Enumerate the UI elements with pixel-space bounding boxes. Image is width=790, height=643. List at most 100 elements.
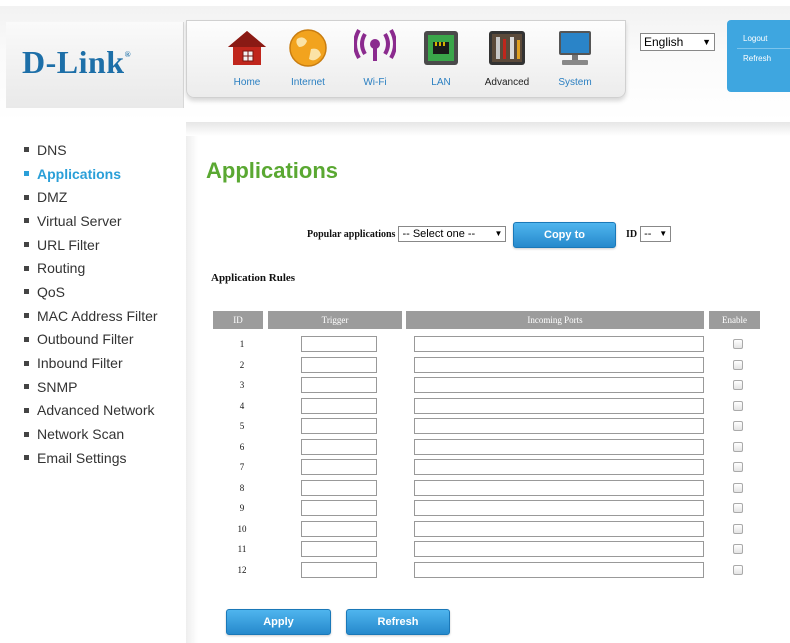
table-row: 7 [0,459,790,479]
menu-item-qos[interactable]: QoS [24,280,158,304]
nav-internet[interactable]: Internet [278,27,338,91]
table-row: 11 [0,541,790,561]
enable-checkbox[interactable] [733,421,743,431]
incoming-ports-input[interactable] [414,439,704,455]
incoming-ports-input[interactable] [414,459,704,475]
trigger-input[interactable] [301,521,377,537]
table-row: 9 [0,500,790,520]
nav-internet-label: Internet [291,77,325,88]
nav-advanced[interactable]: Advanced [477,27,537,91]
dropdown-arrow-icon: ▼ [659,229,668,238]
account-tab-divider [737,48,790,49]
bullet-icon [24,289,29,295]
copy-to-button[interactable]: Copy to [513,222,616,248]
menu-item-label: Virtual Server [37,212,122,229]
trigger-input[interactable] [301,500,377,516]
menu-item-label: Applications [37,165,122,182]
bullet-icon [24,171,29,177]
id-select[interactable]: -- ▼ [640,226,672,242]
nav-wifi[interactable]: Wi-Fi [345,27,405,91]
top-nav: Home Internet Wi-Fi LAN Advanced System [186,20,626,98]
table-row: 3 [0,377,790,397]
enable-checkbox[interactable] [733,462,743,472]
incoming-ports-input[interactable] [414,357,704,373]
incoming-ports-input[interactable] [414,500,704,516]
table-row: 2 [0,357,790,377]
nav-advanced-label: Advanced [484,77,530,88]
incoming-ports-input[interactable] [414,377,704,393]
enable-checkbox[interactable] [733,339,743,349]
menu-item-routing[interactable]: Routing [24,256,158,280]
menu-item-label: DMZ [37,189,68,206]
logout-link[interactable]: Logout [727,34,790,43]
column-header-incoming-ports: Incoming Ports [406,311,704,329]
trigger-input[interactable] [301,459,377,475]
bullet-icon [24,242,29,248]
globe-icon [287,27,329,69]
router-admin-page: D-Link® Home Internet Wi-Fi LAN Advanced… [0,0,790,643]
trigger-input[interactable] [301,357,377,373]
menu-item-applications[interactable]: Applications [24,162,158,186]
incoming-ports-input[interactable] [414,521,704,537]
nav-lan[interactable]: LAN [411,27,471,91]
enable-checkbox[interactable] [733,442,743,452]
incoming-ports-input[interactable] [414,480,704,496]
logo-registered-mark: ® [124,50,132,59]
trigger-input[interactable] [301,439,377,455]
incoming-ports-input[interactable] [414,336,704,352]
popular-applications-label: Popular applications [307,228,396,240]
incoming-ports-input[interactable] [414,398,704,414]
row-id: 9 [239,503,245,513]
incoming-ports-input[interactable] [414,418,704,434]
language-select[interactable]: English ▼ [640,33,715,51]
row-id: 10 [237,524,247,534]
header-refresh-link[interactable]: Refresh [727,54,790,63]
nav-system[interactable]: System [545,27,605,91]
column-header-enable: Enable [709,311,760,329]
incoming-ports-input[interactable] [414,541,704,557]
menu-item-mac-address-filter[interactable]: MAC Address Filter [24,304,158,328]
enable-checkbox[interactable] [733,401,743,411]
trigger-input[interactable] [301,480,377,496]
enable-checkbox[interactable] [733,360,743,370]
lan-port-icon [420,27,462,69]
enable-checkbox[interactable] [733,524,743,534]
menu-item-label: DNS [37,141,67,158]
table-row: 6 [0,439,790,459]
row-id: 11 [237,544,247,554]
popular-applications-select[interactable]: -- Select one -- ▼ [398,226,507,242]
table-row: 10 [0,521,790,541]
nav-wifi-label: Wi-Fi [363,77,387,88]
enable-checkbox[interactable] [733,503,743,513]
apply-button[interactable]: Apply [226,609,331,635]
row-id: 3 [239,380,245,390]
row-id: 8 [239,483,245,493]
row-id: 2 [239,360,245,370]
dlink-logo: D-Link® [22,44,131,81]
trigger-input[interactable] [301,336,377,352]
nav-home[interactable]: Home [217,27,277,91]
menu-item-label: Routing [37,260,86,277]
enable-checkbox[interactable] [733,380,743,390]
refresh-button[interactable]: Refresh [346,609,450,635]
incoming-ports-input[interactable] [414,562,704,578]
trigger-input[interactable] [301,541,377,557]
trigger-input[interactable] [301,418,377,434]
trigger-input[interactable] [301,377,377,393]
table-row: 4 [0,398,790,418]
enable-checkbox[interactable] [733,544,743,554]
menu-item-label: MAC Address Filter [37,307,158,324]
enable-checkbox[interactable] [733,565,743,575]
menu-item-virtual-server[interactable]: Virtual Server [24,209,158,233]
toolbox-icon [486,27,528,69]
popular-applications-value: -- Select one -- [402,228,476,240]
row-id: 1 [239,339,245,349]
menu-item-dns[interactable]: DNS [24,138,158,162]
table-row: 1 [0,336,790,356]
menu-item-dmz[interactable]: DMZ [24,185,158,209]
trigger-input[interactable] [301,398,377,414]
menu-item-url-filter[interactable]: URL Filter [24,233,158,257]
trigger-input[interactable] [301,562,377,578]
column-header-id: ID [213,311,263,329]
enable-checkbox[interactable] [733,483,743,493]
